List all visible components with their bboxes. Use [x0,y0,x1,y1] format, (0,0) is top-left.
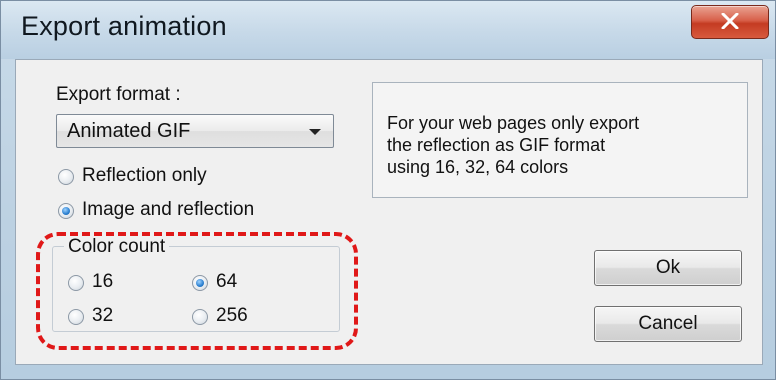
close-icon [721,13,739,29]
reflection-only-radio[interactable] [58,169,74,185]
image-and-reflection-label[interactable]: Image and reflection [82,199,254,221]
reflection-only-label[interactable]: Reflection only [82,165,207,187]
export-animation-dialog: Export animation Export format : Animate… [0,0,776,380]
export-format-label: Export format : [56,84,181,105]
cancel-button[interactable]: Cancel [594,306,742,342]
ok-button[interactable]: Ok [594,250,742,286]
chevron-down-icon[interactable] [309,129,321,135]
close-button[interactable] [691,5,769,39]
title-bar[interactable]: Export animation [1,1,775,59]
info-box: For your web pages only export the refle… [372,82,748,198]
export-format-select[interactable]: Animated GIF [56,114,334,148]
color-count-highlight [36,232,358,350]
window-title: Export animation [21,11,227,41]
export-format-value: Animated GIF [67,120,191,142]
dialog-body: Export format : Animated GIF Reflection … [15,59,763,365]
info-line: the reflection as GIF format [387,135,606,155]
info-line: For your web pages only export [387,113,640,133]
image-and-reflection-radio[interactable] [58,203,74,219]
info-line: using 16, 32, 64 colors [387,157,569,177]
